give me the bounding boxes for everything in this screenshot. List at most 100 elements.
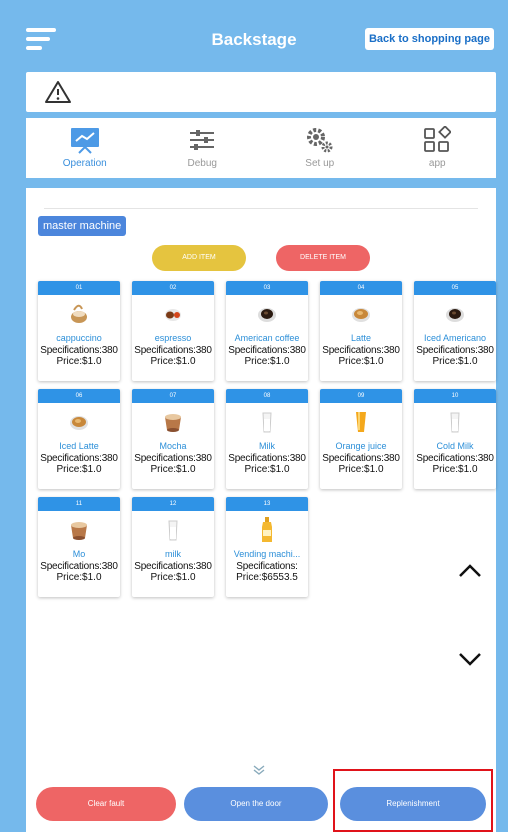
juice-glass-icon bbox=[356, 412, 366, 432]
tab-label: Operation bbox=[62, 158, 107, 169]
app-grid-icon bbox=[424, 126, 452, 152]
product-number: 01 bbox=[38, 281, 120, 295]
mocha-cup-icon bbox=[71, 522, 87, 540]
product-number: 11 bbox=[38, 497, 120, 511]
product-price: Price:$1.0 bbox=[432, 464, 478, 475]
expand-more-icon[interactable] bbox=[252, 764, 266, 776]
replenishment-button[interactable]: Replenishment bbox=[340, 787, 486, 821]
product-number: 02 bbox=[132, 281, 214, 295]
tab-label: Debug bbox=[187, 158, 217, 169]
product-number: 13 bbox=[226, 497, 308, 511]
product-spec: Specifications:380 bbox=[40, 561, 118, 572]
product-spec: Specifications:380 bbox=[416, 453, 494, 464]
product-name: Orange juice bbox=[335, 441, 387, 451]
coffee-cup-icon bbox=[258, 308, 276, 322]
product-image bbox=[132, 295, 214, 333]
divider bbox=[44, 208, 478, 209]
product-price: Price:$6553.5 bbox=[236, 572, 298, 583]
product-card[interactable]: 02 espresso Specifications:380 Price:$1.0 bbox=[132, 281, 214, 381]
product-card[interactable]: 09 Orange juice Specifications:380 Price:$1… bbox=[320, 389, 402, 489]
product-name: Iced Latte bbox=[59, 441, 99, 451]
product-card[interactable]: 11 Mo Specifications:380 Price:$1.0 bbox=[38, 497, 120, 597]
master-machine-button[interactable]: master machine bbox=[38, 216, 127, 236]
juice-bottle-icon bbox=[262, 517, 272, 542]
product-card[interactable]: 05 Iced Americano Specifications:380 Price:… bbox=[414, 281, 496, 381]
gears-icon bbox=[306, 128, 333, 153]
product-image bbox=[38, 511, 120, 549]
product-image bbox=[226, 403, 308, 441]
product-spec: Specifications:380 bbox=[322, 453, 400, 464]
product-image bbox=[38, 403, 120, 441]
tab-debug[interactable]: Debug bbox=[144, 118, 262, 178]
product-spec: Specifications:380 bbox=[322, 345, 400, 356]
product-image bbox=[414, 403, 496, 441]
product-number: 05 bbox=[414, 281, 496, 295]
product-price: Price:$1.0 bbox=[244, 356, 290, 367]
product-card[interactable]: 03 American coffee Specifications:380 Price… bbox=[226, 281, 308, 381]
scroll-down-icon[interactable] bbox=[458, 652, 482, 666]
product-price: Price:$1.0 bbox=[56, 572, 102, 583]
product-card[interactable]: 04 Latte Specifications:380 Price:$1.0 bbox=[320, 281, 402, 381]
milk-glass-icon bbox=[168, 520, 178, 541]
back-to-shopping-button[interactable]: Back to shopping page bbox=[364, 28, 494, 50]
product-image bbox=[226, 295, 308, 333]
scroll-up-icon[interactable] bbox=[458, 564, 482, 578]
alert-bar[interactable] bbox=[26, 72, 496, 112]
product-spec: Specifications:380 bbox=[134, 345, 212, 356]
product-name: Latte bbox=[350, 333, 372, 343]
product-spec: Specifications:380 bbox=[134, 561, 212, 572]
product-price: Price:$1.0 bbox=[56, 464, 102, 475]
product-card[interactable]: 07 Mocha Specifications:380 Price:$1.0 bbox=[132, 389, 214, 489]
product-price: Price:$1.0 bbox=[150, 572, 196, 583]
add-item-button[interactable]: ADD ITEM bbox=[152, 245, 246, 271]
product-price: Price:$1.0 bbox=[150, 464, 196, 475]
tab-label: Set up bbox=[305, 158, 335, 169]
product-name: American coffee bbox=[234, 333, 300, 343]
product-number: 10 bbox=[414, 389, 496, 403]
product-image bbox=[226, 511, 308, 549]
product-name: Iced Americano bbox=[423, 333, 487, 343]
tab-setup[interactable]: Set up bbox=[261, 118, 379, 178]
product-name: Cold Milk bbox=[436, 441, 474, 451]
product-number: 04 bbox=[320, 281, 402, 295]
product-card[interactable]: 13 Vending machi... Specifications: Price:$… bbox=[226, 497, 308, 597]
milk-glass-icon bbox=[262, 412, 272, 433]
delete-item-button[interactable]: DELETE ITEM bbox=[276, 245, 370, 271]
espresso-cup-icon bbox=[165, 309, 181, 321]
product-spec: Specifications:380 bbox=[134, 453, 212, 464]
product-image bbox=[132, 403, 214, 441]
product-spec: Specifications: bbox=[236, 561, 298, 572]
product-card[interactable]: 12 milk Specifications:380 Price:$1.0 bbox=[132, 497, 214, 597]
product-image bbox=[320, 295, 402, 333]
product-price: Price:$1.0 bbox=[432, 356, 478, 367]
product-image bbox=[414, 295, 496, 333]
product-card[interactable]: 06 Iced Latte Specifications:380 Price:$1.0 bbox=[38, 389, 120, 489]
product-name: cappuccino bbox=[56, 333, 102, 343]
tab-app[interactable]: app bbox=[379, 118, 497, 178]
product-price: Price:$1.0 bbox=[244, 464, 290, 475]
product-name: Vending machi... bbox=[233, 549, 301, 559]
product-spec: Specifications:380 bbox=[40, 453, 118, 464]
product-card[interactable]: 08 Milk Specifications:380 Price:$1.0 bbox=[226, 389, 308, 489]
product-spec: Specifications:380 bbox=[416, 345, 494, 356]
tab-operation[interactable]: Operation bbox=[26, 118, 144, 178]
operation-icon bbox=[70, 128, 99, 154]
product-image bbox=[320, 403, 402, 441]
product-name: Mo bbox=[72, 549, 86, 559]
sliders-icon bbox=[190, 130, 215, 150]
clear-fault-button[interactable]: Clear fault bbox=[36, 787, 176, 821]
tab-label: app bbox=[428, 158, 446, 169]
warning-icon bbox=[45, 81, 71, 103]
product-card[interactable]: 01 cappuccino Specifications:380 Price:$1.0 bbox=[38, 281, 120, 381]
open-door-button[interactable]: Open the door bbox=[184, 787, 328, 821]
product-price: Price:$1.0 bbox=[150, 356, 196, 367]
product-spec: Specifications:380 bbox=[228, 453, 306, 464]
product-price: Price:$1.0 bbox=[338, 464, 384, 475]
product-number: 12 bbox=[132, 497, 214, 511]
product-card[interactable]: 10 Cold Milk Specifications:380 Price:$1.0 bbox=[414, 389, 496, 489]
cappuccino-cup-icon bbox=[71, 304, 87, 323]
product-number: 08 bbox=[226, 389, 308, 403]
product-price: Price:$1.0 bbox=[338, 356, 384, 367]
mocha-cup-icon bbox=[165, 414, 181, 432]
operation-panel: master machine ADD ITEM DELETE ITEM 01 ca… bbox=[26, 188, 496, 832]
